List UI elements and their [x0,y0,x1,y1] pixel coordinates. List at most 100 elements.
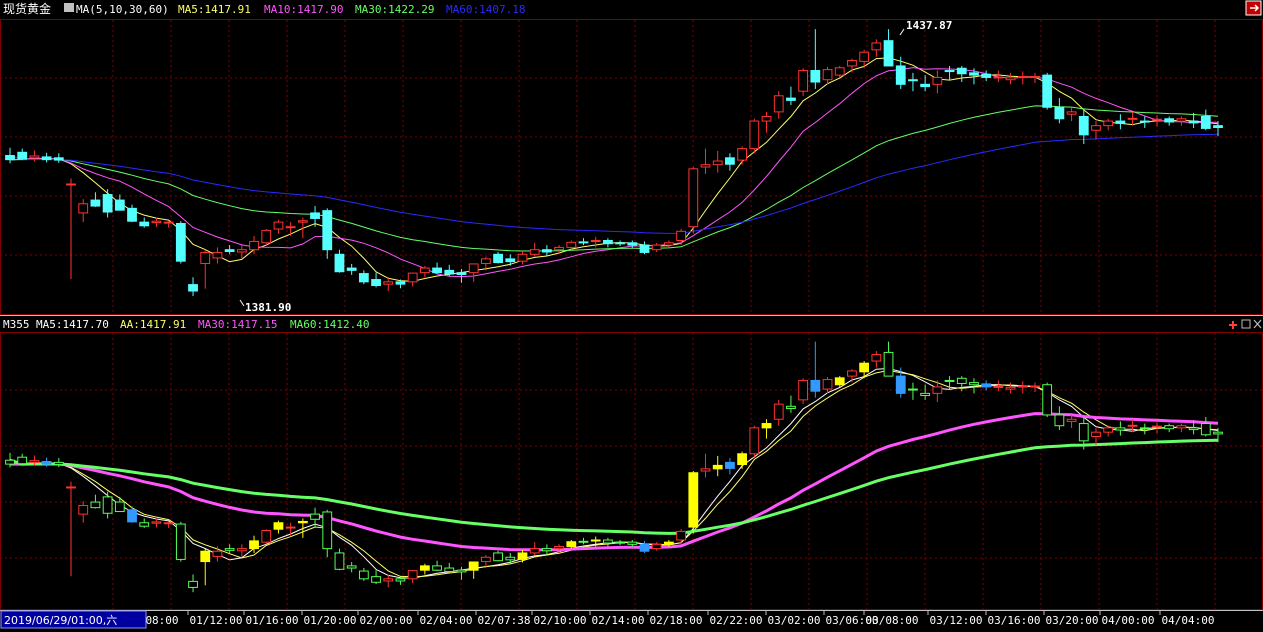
bar-body [615,541,625,544]
time-label: 03/02:00 [768,614,821,627]
bar-body [175,523,186,560]
maximize-panel-icon[interactable] [1241,319,1251,329]
bottom-indicator-lines [9,367,1219,579]
bar-body [969,382,979,386]
bar-body [1042,384,1053,416]
bar-body [322,511,333,550]
time-label: 03/08:00 [866,614,919,627]
candle-body [456,272,467,275]
candle-body [1078,115,1089,136]
candle-body [1139,120,1150,123]
time-axis: 08:00 01/12:00 01/16:00 01/20:00 02/00:00 02/… [0,610,1263,627]
candle-body [358,273,369,283]
bar-body [883,351,894,377]
bar-body [956,377,967,384]
candle-body [285,226,296,229]
bar-body [908,388,918,391]
candle-body [1176,118,1187,122]
candle-body [407,272,418,283]
candle-body [1066,111,1077,115]
candle-body [334,253,345,273]
grid [0,19,1263,610]
exit-icon[interactable] [1245,0,1262,16]
candle-body [480,258,491,264]
bar-body [419,565,430,571]
candle-body [383,281,394,285]
bar-body [834,377,845,386]
bar-body [725,461,735,469]
time-label: 01/12:00 [190,614,243,627]
bar-body [1017,385,1028,388]
bar-body [17,456,28,465]
ma30-label: MA30:1422.29 [355,3,434,16]
bar-body [1127,424,1138,427]
candle-body [798,70,809,92]
high-label: 1437.87 [906,19,952,32]
bar-body [786,405,796,409]
candle-body [273,221,284,230]
bar-body [712,464,723,470]
bottom-aa-label: AA:1417.91 [120,318,186,331]
candle-body [468,263,479,274]
bar-body [114,501,125,513]
bar-body [444,567,455,572]
bar-body [810,379,821,392]
add-panel-icon[interactable] [1229,321,1237,329]
bar-body [1103,427,1114,433]
time-label: 01/20:00 [304,614,357,627]
bar-body [529,548,540,554]
bar-body [578,540,589,543]
bar-body [1213,431,1223,435]
candle-body [5,155,15,161]
candle-body [493,253,503,264]
candle-body [615,242,625,245]
bar-body [456,569,467,573]
indicator-settings-icon[interactable] [64,3,74,12]
candle-body [749,120,760,150]
candle-body [1188,120,1199,124]
bar-body [639,543,650,552]
candle-body [932,76,943,85]
candle-body [517,253,528,262]
bar-body [700,468,711,472]
candle-body [883,40,894,67]
candle-body [114,199,125,211]
time-label: 04/04:00 [1162,614,1215,627]
candle-body [700,164,711,168]
candle-body [17,151,28,160]
time-label: 02/18:00 [650,614,703,627]
candle-body [810,70,821,83]
candle-body [993,76,1004,79]
bottom-panel-frame [0,332,1263,610]
candle-body [639,244,650,253]
bar-body [1005,386,1016,390]
bottom-ma60-label: MA60:1412.40 [290,318,369,331]
time-label: 02/07:38 [478,614,531,627]
close-panel-icon[interactable] [1253,319,1262,329]
bar-body [981,383,992,388]
candle-body [773,95,784,113]
bar-body [1030,385,1040,388]
indicator-name: M355 [3,318,30,331]
candle-body [297,220,308,223]
bar-body [554,545,564,550]
bar-body [285,526,296,529]
ma10-label: MA10:1417.90 [264,3,343,16]
candle-body [127,207,137,222]
candle-body [505,258,516,263]
candle-body [419,267,430,274]
top-legend: 现货黄金 MA(5,10,30,60) MA5:1417.91 MA10:141… [3,1,525,16]
candle-body [249,240,259,251]
bar-body [603,539,613,544]
bar-body [822,379,833,390]
candle-body [29,155,40,159]
candle-body [175,223,186,262]
bar-body [29,460,40,463]
panel-controls [1229,319,1262,329]
time-label: 02/04:00 [420,614,473,627]
time-label: 02/00:00 [360,614,413,627]
bar-body [932,386,943,394]
bar-body [200,550,211,563]
bar-body [78,505,89,515]
bar-body [737,453,748,466]
